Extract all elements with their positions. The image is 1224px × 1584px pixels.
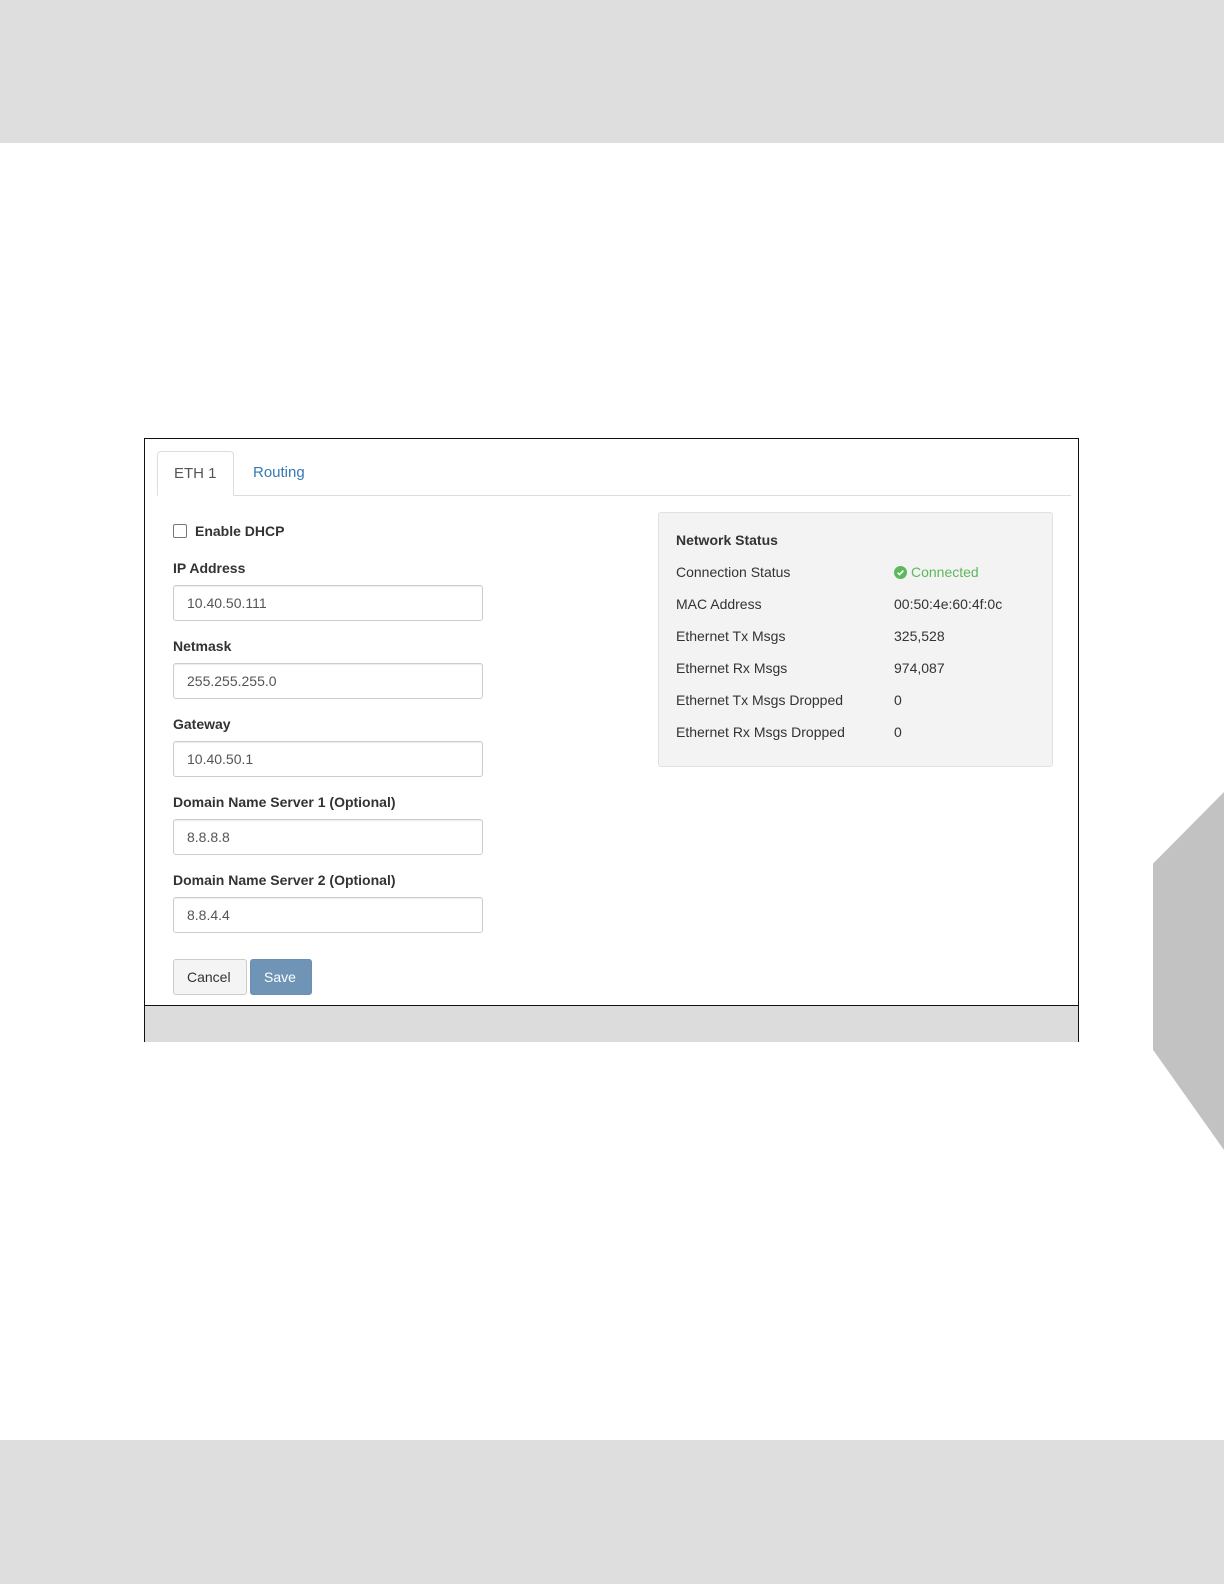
tab-eth1[interactable]: ETH 1 — [157, 451, 234, 496]
decorative-side-shape — [1153, 792, 1224, 1150]
page-header-band — [0, 0, 1224, 143]
dhcp-label[interactable]: Enable DHCP — [195, 523, 284, 539]
dhcp-checkbox[interactable] — [173, 524, 187, 538]
rx-msgs-value: 974,087 — [894, 660, 945, 676]
rx-dropped-key: Ethernet Rx Msgs Dropped — [676, 724, 845, 740]
cancel-button[interactable]: Cancel — [173, 959, 247, 995]
ip-address-label: IP Address — [173, 560, 246, 576]
tx-dropped-key: Ethernet Tx Msgs Dropped — [676, 692, 844, 708]
save-button[interactable]: Save — [250, 959, 312, 995]
tx-msgs-value: 325,528 — [894, 628, 945, 644]
network-status-card: Network Status Connection Status Connect… — [658, 512, 1053, 767]
dns1-label: Domain Name Server 1 (Optional) — [173, 794, 396, 810]
tx-msgs-key: Ethernet Tx Msgs — [676, 628, 786, 644]
network-settings-panel: ETH 1 Routing Enable DHCP IP Address 10.… — [144, 438, 1079, 1042]
connection-status-value: Connected — [894, 564, 979, 580]
gateway-input[interactable]: 10.40.50.1 — [173, 741, 483, 777]
dns2-input[interactable]: 8.8.4.4 — [173, 897, 483, 933]
tx-dropped-value: 0 — [894, 692, 902, 708]
panel-footer-bar — [145, 1005, 1078, 1042]
network-status-title: Network Status — [676, 532, 778, 548]
connection-status-key: Connection Status — [676, 564, 791, 580]
dns1-input[interactable]: 8.8.8.8 — [173, 819, 483, 855]
rx-dropped-value: 0 — [894, 724, 902, 740]
gateway-label: Gateway — [173, 716, 231, 732]
mac-address-key: MAC Address — [676, 596, 762, 612]
connection-status-text: Connected — [911, 564, 979, 580]
tab-bar: ETH 1 Routing — [157, 451, 1071, 496]
tab-routing[interactable]: Routing — [237, 451, 321, 495]
mac-address-value: 00:50:4e:60:4f:0c — [894, 596, 1003, 612]
netmask-input[interactable]: 255.255.255.0 — [173, 663, 483, 699]
dhcp-row: Enable DHCP — [173, 523, 284, 539]
rx-msgs-key: Ethernet Rx Msgs — [676, 660, 788, 676]
page-footer-band — [0, 1440, 1224, 1584]
ip-address-input[interactable]: 10.40.50.111 — [173, 585, 483, 621]
netmask-label: Netmask — [173, 638, 232, 654]
check-circle-icon — [894, 565, 907, 579]
dns2-label: Domain Name Server 2 (Optional) — [173, 872, 396, 888]
